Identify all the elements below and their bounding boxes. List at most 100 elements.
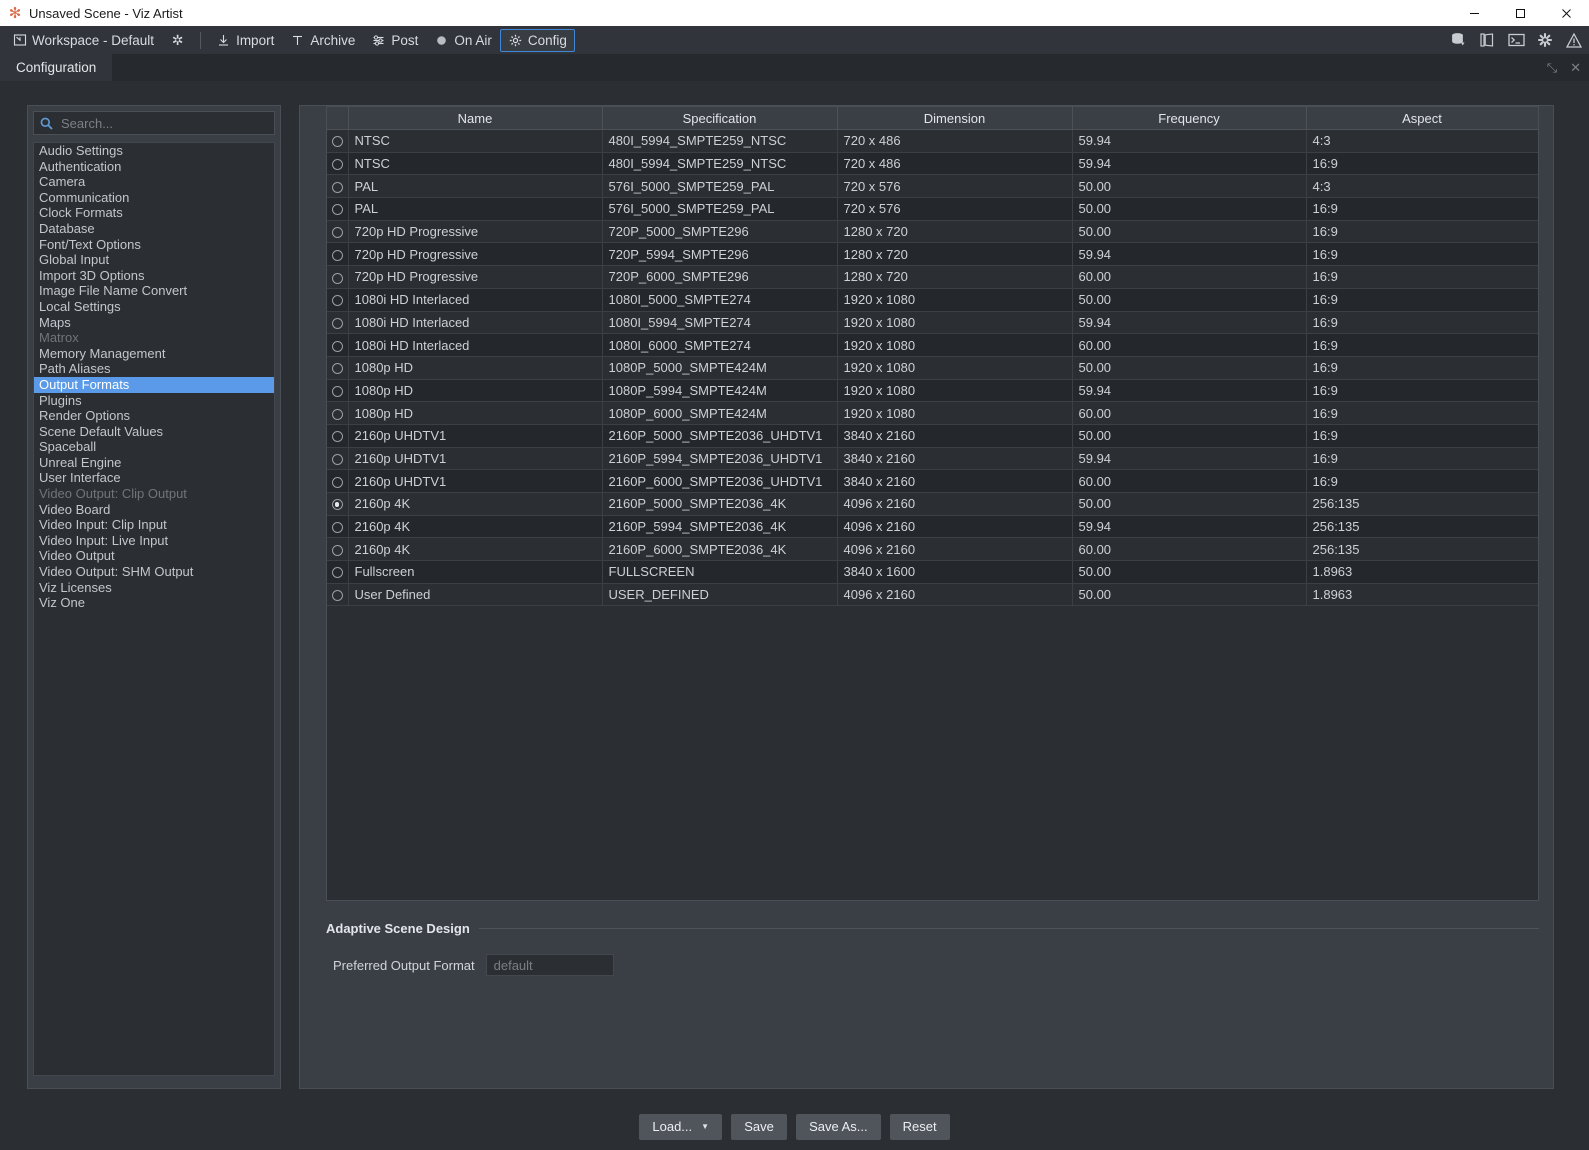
format-radio-cell[interactable] xyxy=(327,288,348,311)
format-radio-cell[interactable] xyxy=(327,311,348,334)
sidebar-item-global-input[interactable]: Global Input xyxy=(34,252,274,268)
format-radio-cell[interactable] xyxy=(327,402,348,425)
maximize-button[interactable] xyxy=(1497,0,1543,26)
radio-button[interactable] xyxy=(332,182,343,193)
warning-icon[interactable] xyxy=(1565,31,1583,49)
table-row[interactable]: 1080i HD Interlaced1080I_6000_SMPTE27419… xyxy=(327,334,1538,357)
table-row[interactable]: 720p HD Progressive720P_5000_SMPTE296128… xyxy=(327,220,1538,243)
sidebar-item-camera[interactable]: Camera xyxy=(34,174,274,190)
radio-button[interactable] xyxy=(332,522,343,533)
radio-button[interactable] xyxy=(332,545,343,556)
workspace-button[interactable]: Workspace - Default xyxy=(4,29,162,52)
close-button[interactable] xyxy=(1543,0,1589,26)
archive-button[interactable]: Archive xyxy=(282,29,363,52)
sidebar-item-render-options[interactable]: Render Options xyxy=(34,408,274,424)
column-header-frequency[interactable]: Frequency xyxy=(1072,107,1306,130)
sidebar-item-plugins[interactable]: Plugins xyxy=(34,393,274,409)
search-box[interactable] xyxy=(33,111,275,135)
table-row[interactable]: 2160p UHDTV12160P_6000_SMPTE2036_UHDTV13… xyxy=(327,470,1538,493)
save-as-button[interactable]: Save As... xyxy=(796,1114,881,1140)
sidebar-item-output-formats[interactable]: Output Formats xyxy=(34,377,274,393)
sidebar-item-path-aliases[interactable]: Path Aliases xyxy=(34,361,274,377)
sidebar-item-video-input-live-input[interactable]: Video Input: Live Input xyxy=(34,533,274,549)
radio-button[interactable] xyxy=(332,295,343,306)
sidebar-item-audio-settings[interactable]: Audio Settings xyxy=(34,143,274,159)
table-row[interactable]: 1080p HD1080P_5994_SMPTE424M1920 x 10805… xyxy=(327,379,1538,402)
radio-button[interactable] xyxy=(332,136,343,147)
radio-button-selected[interactable] xyxy=(332,499,343,510)
sidebar-item-video-output-shm-output[interactable]: Video Output: SHM Output xyxy=(34,564,274,580)
sidebar-item-font-text-options[interactable]: Font/Text Options xyxy=(34,237,274,253)
table-row[interactable]: 720p HD Progressive720P_5994_SMPTE296128… xyxy=(327,243,1538,266)
radio-button[interactable] xyxy=(332,159,343,170)
radio-button[interactable] xyxy=(332,386,343,397)
table-row[interactable]: FullscreenFULLSCREEN3840 x 160050.001.89… xyxy=(327,561,1538,584)
table-row[interactable]: NTSC480I_5994_SMPTE259_NTSC720 x 48659.9… xyxy=(327,152,1538,175)
column-header-aspect[interactable]: Aspect xyxy=(1306,107,1538,130)
column-header-name[interactable]: Name xyxy=(348,107,602,130)
sidebar-item-clock-formats[interactable]: Clock Formats xyxy=(34,205,274,221)
load-button[interactable]: Load... ▼ xyxy=(639,1114,722,1140)
sidebar-item-scene-default-values[interactable]: Scene Default Values xyxy=(34,424,274,440)
preferred-output-format-input[interactable] xyxy=(486,954,614,976)
format-radio-cell[interactable] xyxy=(327,356,348,379)
post-button[interactable]: Post xyxy=(363,29,426,52)
radio-button[interactable] xyxy=(332,431,343,442)
tab-configuration[interactable]: Configuration xyxy=(0,54,112,81)
sidebar-item-memory-management[interactable]: Memory Management xyxy=(34,346,274,362)
console-icon[interactable] xyxy=(1507,31,1525,49)
format-radio-cell[interactable] xyxy=(327,583,348,606)
table-row[interactable]: 2160p 4K2160P_5994_SMPTE2036_4K4096 x 21… xyxy=(327,515,1538,538)
table-row[interactable]: User DefinedUSER_DEFINED4096 x 216050.00… xyxy=(327,583,1538,606)
minimize-button[interactable] xyxy=(1451,0,1497,26)
sidebar-item-user-interface[interactable]: User Interface xyxy=(34,470,274,486)
format-radio-cell[interactable] xyxy=(327,334,348,357)
format-radio-cell[interactable] xyxy=(327,561,348,584)
table-row[interactable]: 1080p HD1080P_5000_SMPTE424M1920 x 10805… xyxy=(327,356,1538,379)
radio-button[interactable] xyxy=(332,227,343,238)
radio-button[interactable] xyxy=(332,409,343,420)
format-radio-cell[interactable] xyxy=(327,447,348,470)
table-row[interactable]: 2160p 4K2160P_6000_SMPTE2036_4K4096 x 21… xyxy=(327,538,1538,561)
radio-button[interactable] xyxy=(332,454,343,465)
format-radio-cell[interactable] xyxy=(327,220,348,243)
asterisk-icon[interactable] xyxy=(1536,31,1554,49)
radio-button[interactable] xyxy=(332,567,343,578)
sidebar-item-local-settings[interactable]: Local Settings xyxy=(34,299,274,315)
format-radio-cell[interactable] xyxy=(327,198,348,221)
sidebar-item-maps[interactable]: Maps xyxy=(34,315,274,331)
table-row[interactable]: NTSC480I_5994_SMPTE259_NTSC720 x 48659.9… xyxy=(327,130,1538,153)
table-row[interactable]: 1080i HD Interlaced1080I_5000_SMPTE27419… xyxy=(327,288,1538,311)
sidebar-item-unreal-engine[interactable]: Unreal Engine xyxy=(34,455,274,471)
format-radio-cell[interactable] xyxy=(327,243,348,266)
format-radio-cell[interactable] xyxy=(327,515,348,538)
book-icon[interactable] xyxy=(1478,31,1496,49)
sidebar-item-import-3d-options[interactable]: Import 3D Options xyxy=(34,268,274,284)
column-header-dimension[interactable]: Dimension xyxy=(837,107,1072,130)
table-row[interactable]: 1080i HD Interlaced1080I_5994_SMPTE27419… xyxy=(327,311,1538,334)
sidebar-item-image-file-name-convert[interactable]: Image File Name Convert xyxy=(34,283,274,299)
sidebar-item-video-output[interactable]: Video Output xyxy=(34,548,274,564)
config-button[interactable]: Config xyxy=(500,29,575,52)
save-button[interactable]: Save xyxy=(731,1114,787,1140)
table-row[interactable]: 720p HD Progressive720P_6000_SMPTE296128… xyxy=(327,266,1538,289)
radio-button[interactable] xyxy=(332,204,343,215)
output-formats-table-container[interactable]: Name Specification Dimension Frequency A… xyxy=(326,106,1539,901)
table-row[interactable]: 1080p HD1080P_6000_SMPTE424M1920 x 10806… xyxy=(327,402,1538,425)
format-radio-cell[interactable] xyxy=(327,424,348,447)
radio-button[interactable] xyxy=(332,363,343,374)
format-radio-cell[interactable] xyxy=(327,379,348,402)
format-radio-cell[interactable] xyxy=(327,538,348,561)
close-icon[interactable]: ✕ xyxy=(1570,60,1581,76)
radio-button[interactable] xyxy=(332,590,343,601)
column-header-specification[interactable]: Specification xyxy=(602,107,837,130)
format-radio-cell[interactable] xyxy=(327,470,348,493)
database-icon[interactable] xyxy=(1449,31,1467,49)
format-radio-cell[interactable] xyxy=(327,130,348,153)
radio-button[interactable] xyxy=(332,250,343,261)
format-radio-cell[interactable] xyxy=(327,266,348,289)
import-button[interactable]: Import xyxy=(208,29,282,52)
sidebar-item-authentication[interactable]: Authentication xyxy=(34,159,274,175)
radio-button[interactable] xyxy=(332,273,343,284)
radio-button[interactable] xyxy=(332,318,343,329)
